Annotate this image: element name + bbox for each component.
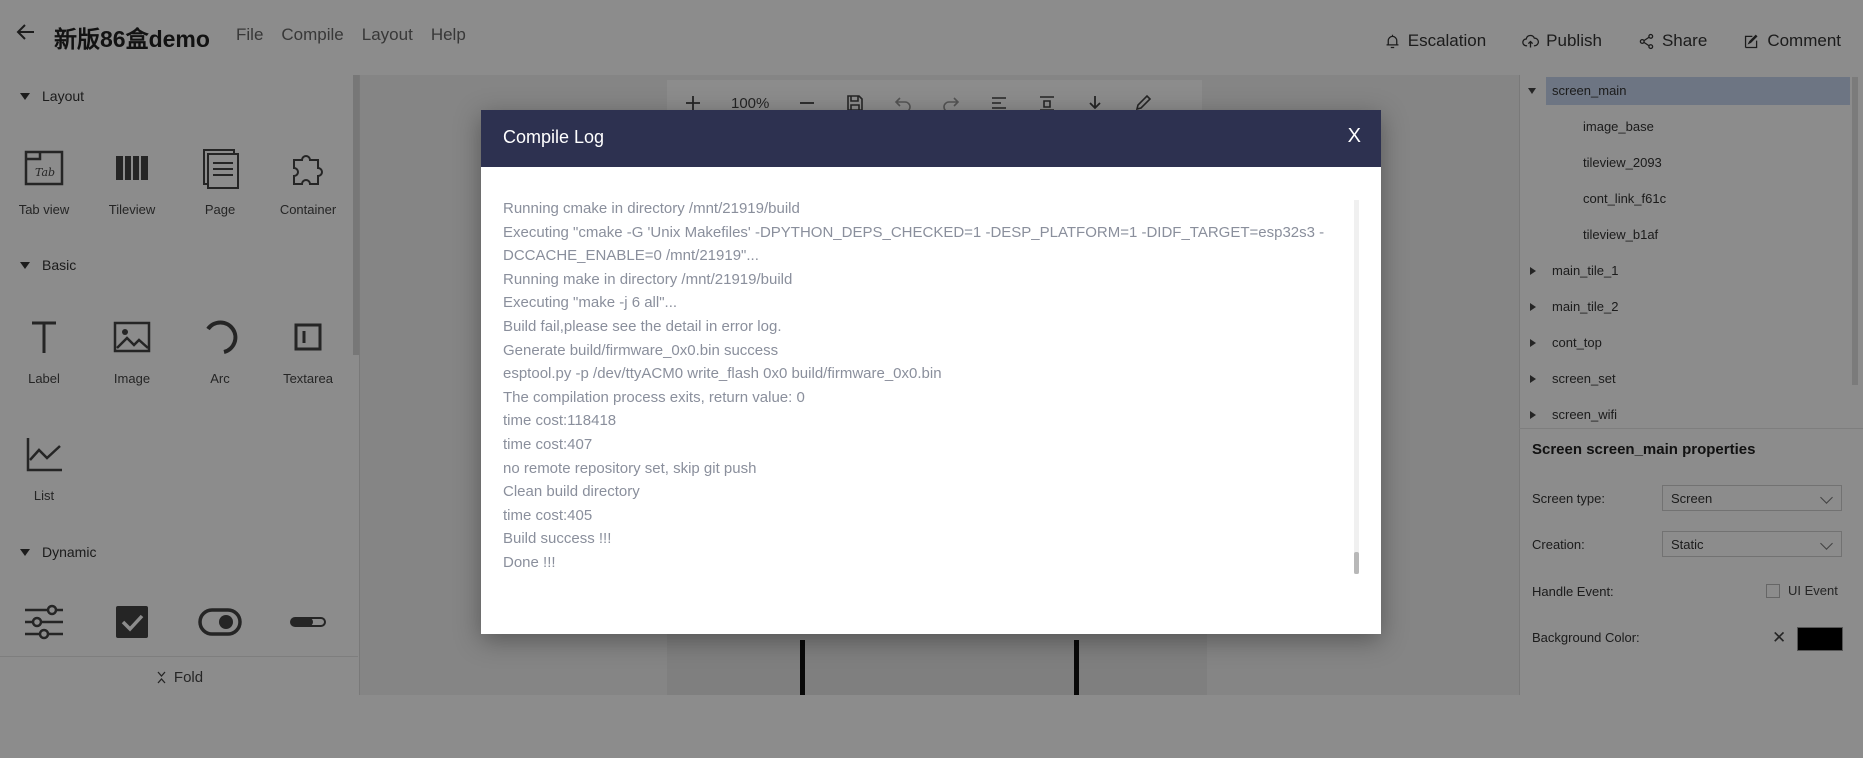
log-scrollbar-track[interactable] xyxy=(1354,200,1359,574)
dialog-title: Compile Log xyxy=(503,127,605,147)
log-line: Done !!! xyxy=(503,553,556,571)
compile-log-dialog: Compile Log X Running cmake in directory… xyxy=(481,110,1381,634)
log-line: no remote repository set, skip git push xyxy=(503,459,757,477)
log-line: Clean build directory xyxy=(503,483,640,501)
log-line: Running make in directory /mnt/21919/bui… xyxy=(503,270,793,288)
log-line: time cost:405 xyxy=(503,506,593,524)
log-line: esptool.py -p /dev/ttyACM0 write_flash 0… xyxy=(503,365,942,383)
log-line: Executing "make -j 6 all"... xyxy=(503,294,678,312)
log-line: time cost:407 xyxy=(503,435,593,453)
log-line: The compilation process exits, return va… xyxy=(503,388,805,406)
log-line: time cost:118418 xyxy=(503,412,617,430)
close-button[interactable]: X xyxy=(1348,125,1361,148)
log-scrollbar-thumb[interactable] xyxy=(1354,552,1359,574)
log-line: Build success !!! xyxy=(503,530,612,548)
app-window: 新版86盒demo File Compile Layout Help Escal… xyxy=(0,0,1863,758)
dialog-header: Compile Log X xyxy=(481,110,1381,167)
compile-log-output: Running cmake in directory /mnt/21919/bu… xyxy=(503,197,1333,575)
log-line: DCCACHE_ENABLE=0 /mnt/21919"... xyxy=(503,247,759,265)
log-line: Running cmake in directory /mnt/21919/bu… xyxy=(503,200,800,217)
log-line: Build fail,please see the detail in erro… xyxy=(503,317,782,335)
log-line: Executing "cmake -G 'Unix Makefiles' -DP… xyxy=(503,223,1325,241)
log-line: Generate build/firmware_0x0.bin success xyxy=(503,341,779,359)
